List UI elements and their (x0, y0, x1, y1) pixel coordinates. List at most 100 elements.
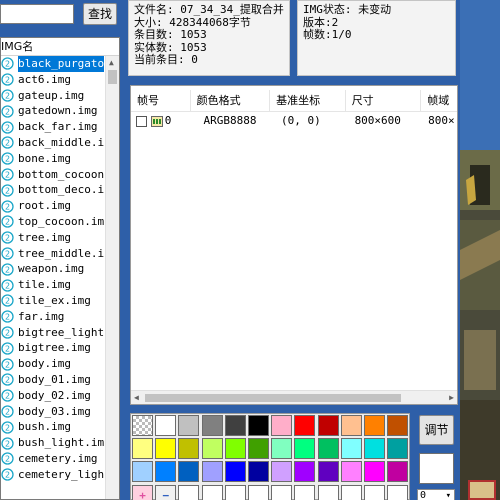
scroll-right-arrow-icon[interactable]: ▶ (449, 393, 454, 402)
column-color-format[interactable]: 颜色格式 (191, 90, 271, 111)
list-item[interactable]: 2 tile_ex.img (1, 293, 119, 309)
palette-swatch[interactable] (317, 461, 339, 483)
palette-swatch[interactable] (340, 461, 362, 483)
palette-swatch[interactable] (387, 438, 409, 460)
list-item[interactable]: 2 bone.img (1, 151, 119, 167)
palette-swatch[interactable] (201, 415, 223, 436)
palette-swatch[interactable] (248, 461, 269, 483)
palette-swatch[interactable] (364, 484, 385, 500)
palette-swatch[interactable] (387, 415, 409, 436)
list-item[interactable]: 2 cemetery_ligh (1, 467, 119, 483)
palette-swatch[interactable] (387, 461, 409, 483)
palette-swatch[interactable] (224, 438, 246, 460)
list-header-img-name[interactable]: IMG名 (1, 38, 119, 56)
column-frame-domain[interactable]: 帧域 (421, 90, 457, 111)
list-item[interactable]: 2 far.img (1, 309, 119, 325)
palette-swatch[interactable] (294, 438, 316, 460)
palette-swatch[interactable]: − (155, 484, 177, 500)
search-input[interactable] (0, 4, 74, 24)
palette-swatch[interactable] (294, 461, 316, 483)
palette-swatch[interactable] (317, 438, 339, 460)
column-base-coord[interactable]: 基准坐标 (270, 90, 346, 111)
list-item[interactable]: 2 cemetery.img (1, 451, 119, 467)
list-item[interactable]: 2 weapon.img (1, 261, 119, 277)
current-color-preview[interactable] (419, 453, 454, 484)
palette-swatch[interactable] (364, 438, 385, 460)
palette-swatch[interactable] (178, 415, 200, 436)
palette-swatch[interactable] (364, 415, 385, 436)
palette-swatch[interactable] (201, 484, 223, 500)
list-item[interactable]: 2 root.img (1, 198, 119, 214)
palette-swatch[interactable] (155, 438, 177, 460)
scroll-left-arrow-icon[interactable]: ◀ (134, 393, 139, 402)
palette-swatch[interactable] (132, 415, 153, 436)
palette-swatch[interactable] (201, 461, 223, 483)
list-item[interactable]: 2 gatedown.img (1, 103, 119, 119)
palette-swatch[interactable] (340, 438, 362, 460)
palette-swatch[interactable] (155, 415, 177, 436)
palette-swatch[interactable] (224, 461, 246, 483)
scroll-up-arrow-icon[interactable]: ▲ (109, 59, 114, 67)
list-item[interactable]: 2 bush_light.im (1, 435, 119, 451)
palette-swatch[interactable] (271, 461, 293, 483)
row-checkbox[interactable] (136, 115, 147, 127)
palette-swatch[interactable] (132, 438, 153, 460)
list-item[interactable]: 2 bigtree.img (1, 340, 119, 356)
column-size[interactable]: 尺寸 (346, 90, 422, 111)
img-file-list[interactable]: IMG名 2 black_purgato 2 act6.img 2 gateup.img 2… (0, 37, 120, 500)
palette-swatch[interactable] (178, 461, 200, 483)
palette-swatch[interactable] (364, 461, 385, 483)
list-item[interactable]: 2 bush.img (1, 419, 119, 435)
palette-swatch[interactable] (178, 484, 200, 500)
palette-swatch[interactable] (178, 438, 200, 460)
palette-swatch[interactable] (294, 415, 316, 436)
color-palette[interactable]: + − (130, 413, 410, 500)
list-item[interactable]: 2 bottom_cocoon (1, 167, 119, 183)
palette-swatch[interactable] (271, 484, 293, 500)
list-item[interactable]: 2 bottom_deco.i (1, 182, 119, 198)
palette-swatch[interactable] (294, 484, 316, 500)
list-item[interactable]: 2 body_01.img (1, 372, 119, 388)
palette-swatch[interactable] (224, 484, 246, 500)
palette-swatch[interactable] (248, 415, 269, 436)
add-color-icon[interactable]: + (139, 489, 146, 500)
frame-table[interactable]: 帧号 颜色格式 基准坐标 尺寸 帧域 0 ARGB8888 (0, 0) 800… (130, 85, 458, 405)
list-item[interactable]: 2 act6.img (1, 72, 119, 88)
list-item[interactable]: 2 back_middle.i (1, 135, 119, 151)
remove-color-icon[interactable]: − (162, 489, 169, 500)
palette-swatch[interactable] (387, 484, 409, 500)
toolbox-icon[interactable] (468, 480, 496, 500)
list-item[interactable]: 2 tree_middle.i (1, 246, 119, 262)
list-item[interactable]: 2 gateup.img (1, 88, 119, 104)
palette-swatch[interactable] (132, 461, 153, 483)
list-item[interactable]: 2 tile.img (1, 277, 119, 293)
palette-swatch[interactable] (271, 415, 293, 436)
list-item[interactable]: 2 back_far.img (1, 119, 119, 135)
list-item[interactable]: 2 top_cocoon.im (1, 214, 119, 230)
column-frame-index[interactable]: 帧号 (131, 90, 191, 111)
palette-select[interactable]: 0 ▾ (417, 489, 455, 500)
list-item[interactable]: 2 body_03.img (1, 404, 119, 420)
list-item[interactable]: 2 bigtree_light (1, 325, 119, 341)
list-item[interactable]: 2 black_purgato (1, 56, 119, 72)
search-button[interactable]: 查找 (83, 3, 117, 25)
palette-swatch[interactable] (317, 484, 339, 500)
palette-swatch[interactable] (201, 438, 223, 460)
palette-swatch[interactable] (271, 438, 293, 460)
list-item[interactable]: 2 tree.img (1, 230, 119, 246)
palette-swatch[interactable] (340, 415, 362, 436)
adjust-button[interactable]: 调节 (419, 415, 454, 445)
list-item[interactable]: 2 body.img (1, 356, 119, 372)
list-item[interactable]: 2 body_02.img (1, 388, 119, 404)
palette-swatch[interactable] (248, 484, 269, 500)
palette-swatch[interactable]: + (132, 484, 153, 500)
palette-swatch[interactable] (248, 438, 269, 460)
table-horizontal-scrollbar[interactable]: ◀ ▶ (131, 390, 457, 404)
palette-swatch[interactable] (340, 484, 362, 500)
palette-swatch[interactable] (317, 415, 339, 436)
palette-swatch[interactable] (224, 415, 246, 436)
palette-swatch[interactable] (155, 461, 177, 483)
list-scroll-thumb[interactable] (108, 70, 117, 84)
list-scrollbar[interactable]: ▲ (105, 56, 119, 499)
table-row[interactable]: 0 ARGB8888 (0, 0) 800×600 800× (131, 112, 457, 130)
